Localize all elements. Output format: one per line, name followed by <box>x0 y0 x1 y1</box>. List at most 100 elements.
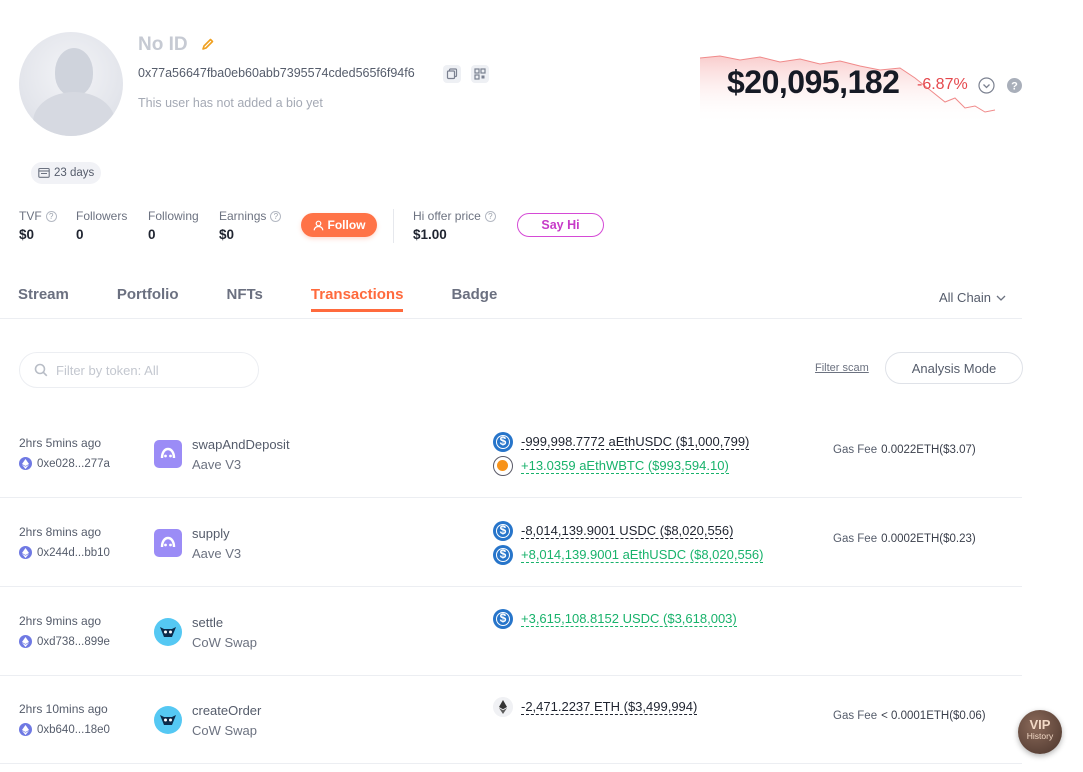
edit-pencil-icon[interactable] <box>201 37 215 51</box>
tx-hash: 0x244d...bb10 <box>37 546 110 559</box>
net-worth-panel: $20,095,182 -6.87% <box>700 50 1000 124</box>
tab-badge[interactable]: Badge <box>451 286 497 312</box>
tab-nfts[interactable]: NFTs <box>227 286 263 312</box>
stat-offer-price: Hi offer price? $1.00 <box>413 209 496 242</box>
tx-protocol[interactable]: CoW Swap <box>192 635 257 650</box>
token-amount[interactable]: -999,998.7772 aEthUSDC ($1,000,799) <box>521 434 750 450</box>
search-icon <box>34 363 48 377</box>
tab-stream[interactable]: Stream <box>18 286 69 312</box>
cow-logo <box>154 706 182 734</box>
user-bio: This user has not added a bio yet <box>138 96 323 110</box>
vip-subtitle: History <box>1026 731 1054 741</box>
tvf-value: $0 <box>19 227 35 242</box>
followers-value: 0 <box>76 227 84 242</box>
filter-scam-link[interactable]: Filter scam <box>815 362 869 374</box>
gas-fee-label: Gas Fee <box>833 533 878 545</box>
qr-code-icon <box>474 68 486 80</box>
following-label: Following <box>148 209 199 223</box>
tx-hash: 0xb640...18e0 <box>37 723 110 736</box>
tab-transactions[interactable]: Transactions <box>310 286 403 312</box>
token-amount[interactable]: +3,615,108.8152 USDC ($3,618,003) <box>521 611 737 627</box>
tx-protocol[interactable]: Aave V3 <box>192 546 241 561</box>
ethereum-chain-icon <box>19 635 32 648</box>
tx-time: 2hrs 9mins ago <box>19 614 102 628</box>
stat-earnings: Earnings? $0 <box>219 209 282 242</box>
chevron-down-circle-icon[interactable] <box>978 77 995 94</box>
net-worth-change: -6.87% <box>917 76 968 93</box>
tx-hash-link[interactable]: 0xe028...277a <box>19 457 110 470</box>
ethereum-chain-icon <box>19 723 32 736</box>
gas-fee: Gas Fee < 0.0001ETH($0.06) <box>833 710 986 722</box>
profile-name: No ID <box>138 34 188 55</box>
followers-label: Followers <box>76 209 128 223</box>
tx-time: 2hrs 5mins ago <box>19 436 102 450</box>
follow-label: Follow <box>327 218 366 232</box>
earnings-label: Earnings <box>219 209 267 223</box>
ethereum-chain-icon <box>19 546 32 559</box>
usdc-icon <box>493 545 513 565</box>
tx-method: supply <box>192 526 230 541</box>
say-hi-button[interactable]: Say Hi <box>517 213 604 237</box>
tx-protocol[interactable]: CoW Swap <box>192 723 257 738</box>
wbtc-icon <box>493 456 513 476</box>
gas-fee: Gas Fee 0.0022ETH($3.07) <box>833 444 976 456</box>
token-filter-input[interactable] <box>56 362 236 378</box>
stat-following[interactable]: Following 0 <box>148 209 199 242</box>
tvf-label: TVF <box>19 209 42 223</box>
token-transfer: -999,998.7772 aEthUSDC ($1,000,799) <box>493 432 750 452</box>
stat-tvf: TVF? $0 <box>19 209 57 242</box>
question-icon[interactable]: ? <box>270 210 282 222</box>
token-transfer: +8,014,139.9001 aEthUSDC ($8,020,556) <box>493 545 764 565</box>
stat-followers[interactable]: Followers 0 <box>76 209 127 242</box>
help-icon[interactable]: ? <box>1006 77 1023 94</box>
gas-fee-label: Gas Fee <box>833 444 878 456</box>
aave-logo <box>154 440 182 468</box>
following-value: 0 <box>148 227 156 242</box>
tx-time: 2hrs 8mins ago <box>19 525 102 539</box>
token-amount[interactable]: +13.0359 aEthWBTC ($993,594.10) <box>521 458 729 474</box>
token-amount[interactable]: -2,471.2237 ETH ($3,499,994) <box>521 699 698 715</box>
analysis-mode-button[interactable]: Analysis Mode <box>885 352 1023 384</box>
usdc-icon <box>493 432 513 452</box>
cow-logo <box>154 618 182 646</box>
tx-hash: 0xe028...277a <box>37 457 110 470</box>
gas-fee-value: < 0.0001ETH($0.06) <box>881 710 986 722</box>
chain-select[interactable]: All Chain <box>939 290 1006 305</box>
net-worth-value: $20,095,182 <box>727 64 900 100</box>
gas-fee-label: Gas Fee <box>833 710 878 722</box>
transaction-row: 2hrs 8mins ago 0x244d...bb10 supply Aave V3… <box>0 499 1022 587</box>
profile-tabs: Stream Portfolio NFTs Transactions Badge <box>18 286 545 312</box>
token-amount[interactable]: -8,014,139.9001 USDC ($8,020,556) <box>521 523 734 539</box>
question-icon[interactable]: ? <box>45 210 57 222</box>
token-transfer: +3,615,108.8152 USDC ($3,618,003) <box>493 609 737 629</box>
tx-hash-link[interactable]: 0xb640...18e0 <box>19 723 110 736</box>
transaction-row: 2hrs 5mins ago 0xe028...277a swapAndDeposi… <box>0 410 1022 498</box>
vip-history-button[interactable]: VIP History <box>1018 710 1062 754</box>
aave-logo <box>154 529 182 557</box>
tx-protocol[interactable]: Aave V3 <box>192 457 241 472</box>
token-transfer: -8,014,139.9001 USDC ($8,020,556) <box>493 521 734 541</box>
token-amount[interactable]: +8,014,139.9001 aEthUSDC ($8,020,556) <box>521 547 764 563</box>
tx-hash-link[interactable]: 0x244d...bb10 <box>19 546 110 559</box>
token-transfer: +13.0359 aEthWBTC ($993,594.10) <box>493 456 729 476</box>
token-filter-search[interactable] <box>19 352 259 388</box>
gas-fee-value: 0.0022ETH($3.07) <box>881 444 976 456</box>
tx-method: swapAndDeposit <box>192 437 290 452</box>
copy-address-button[interactable] <box>443 65 461 83</box>
vip-title: VIP <box>1029 717 1051 732</box>
wallet-address: 0x77a56647fba0eb60abb7395574cded565f6f94… <box>138 66 415 80</box>
offer-value: $1.00 <box>413 227 447 242</box>
tab-portfolio[interactable]: Portfolio <box>117 286 179 312</box>
usdc-icon <box>493 521 513 541</box>
tx-method: createOrder <box>192 703 262 718</box>
question-icon[interactable]: ? <box>484 210 496 222</box>
stats-divider <box>393 209 394 243</box>
token-transfer: -2,471.2237 ETH ($3,499,994) <box>493 697 698 717</box>
copy-icon <box>446 68 458 80</box>
days-label: 23 days <box>54 167 95 179</box>
tx-hash-link[interactable]: 0xd738...899e <box>19 635 110 648</box>
qr-code-button[interactable] <box>471 65 489 83</box>
follow-button[interactable]: Follow <box>301 213 377 237</box>
tabs-divider <box>0 318 1022 319</box>
gas-fee-value: 0.0002ETH($0.23) <box>881 533 976 545</box>
